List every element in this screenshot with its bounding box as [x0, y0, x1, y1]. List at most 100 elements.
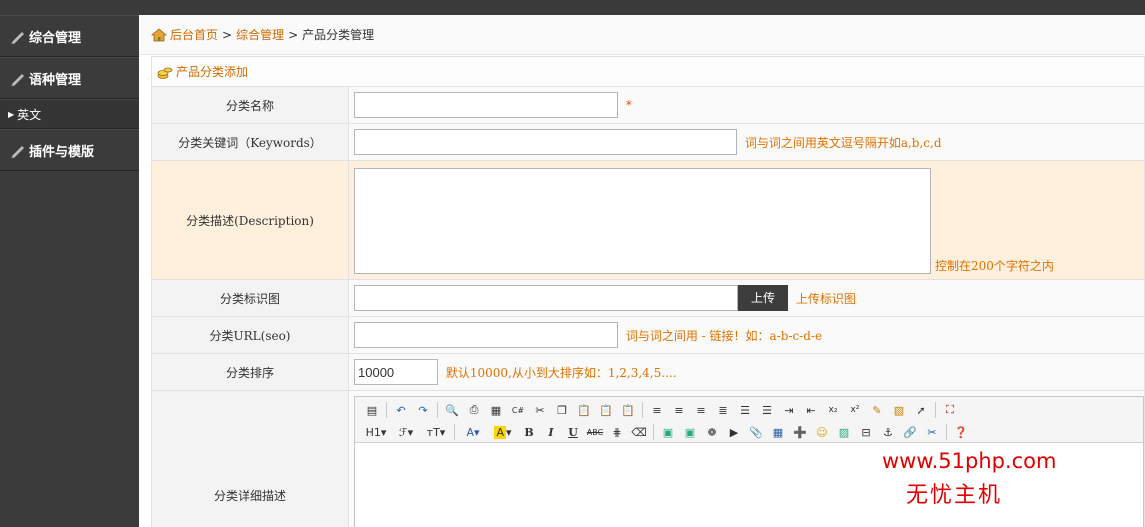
- description-textarea[interactable]: [354, 167, 931, 274]
- panel-title-text: 产品分类添加: [176, 65, 249, 79]
- sort-order-input[interactable]: [354, 359, 438, 385]
- paste-text-icon[interactable]: 📋: [595, 400, 617, 420]
- keywords-label: 分类关键词（Keywords）: [151, 123, 349, 161]
- pen-icon: [11, 146, 24, 158]
- page-break-icon[interactable]: ⊟: [855, 422, 877, 442]
- detail-label: 分类详细描述: [151, 390, 349, 527]
- flash-icon[interactable]: ❁: [701, 422, 723, 442]
- ordered-list-icon[interactable]: ☰: [734, 400, 756, 420]
- image-icon[interactable]: ▣: [657, 422, 679, 442]
- undo-icon[interactable]: ↶: [390, 400, 412, 420]
- keywords-hint: 词与词之间用英文逗号隔开如a,b,c,d: [744, 135, 942, 150]
- form-row-image: 分类标识图 上传 上传标识图: [151, 279, 1145, 317]
- keywords-input[interactable]: [354, 129, 737, 155]
- unlink-icon[interactable]: ✂: [921, 422, 943, 442]
- form-row-description: 分类描述(Description) 控制在200个字符之内: [151, 160, 1145, 280]
- eraser-icon[interactable]: ⌫: [628, 422, 650, 442]
- coins-icon: [157, 67, 173, 79]
- form-row-order: 分类排序 默认10000,从小到大排序如：1,2,3,4,5....: [151, 353, 1145, 391]
- code-icon[interactable]: C#: [507, 400, 529, 420]
- required-mark: *: [625, 97, 632, 112]
- unordered-list-icon[interactable]: ☰: [756, 400, 778, 420]
- category-form: 分类名称 * 分类关键词（Keywords） 词与词之间用英文逗号隔开如a,b,…: [151, 86, 1145, 527]
- sidebar-subitem-english[interactable]: ▶ 英文: [0, 99, 139, 129]
- help-icon[interactable]: ❓: [950, 422, 972, 442]
- category-name-input[interactable]: [354, 92, 618, 118]
- form-row-url: 分类URL(seo) 词与词之间用 - 链接！如：a-b-c-d-e: [151, 316, 1145, 354]
- home-icon: [151, 27, 167, 41]
- editor-content-area[interactable]: www.51php.com 无忧主机: [355, 443, 1143, 527]
- url-label: 分类URL(seo): [151, 316, 349, 354]
- anchor-icon[interactable]: ⚓: [877, 422, 899, 442]
- print-icon[interactable]: ⎙: [463, 400, 485, 420]
- indent-icon[interactable]: ⇥: [778, 400, 800, 420]
- image-label: 分类标识图: [151, 279, 349, 317]
- justify-icon[interactable]: ≣: [712, 400, 734, 420]
- pointer-icon[interactable]: ➚: [910, 400, 932, 420]
- main-content: 后台首页 > 综合管理 > 产品分类管理 产品分类添加 分类名称 * 分类关键词…: [139, 15, 1145, 527]
- table-icon[interactable]: ▦: [767, 422, 789, 442]
- sidebar-item-plugins-templates[interactable]: 插件与模版: [0, 129, 139, 171]
- form-panel: 产品分类添加 分类名称 * 分类关键词（Keywords） 词与词之间用英文逗号…: [151, 56, 1145, 527]
- image-hint: 上传标识图: [795, 291, 856, 306]
- align-center-icon[interactable]: ≡: [668, 400, 690, 420]
- superscript-icon[interactable]: x²: [844, 400, 866, 420]
- line-height-icon[interactable]: ⋕: [606, 422, 628, 442]
- attachment-icon[interactable]: 📎: [745, 422, 767, 442]
- map-icon[interactable]: ▨: [833, 422, 855, 442]
- editor-toolbar: ▤ ↶ ↷ 🔍 ⎙ ▦ C# ✂ ❐ 📋 📋 📋 ≡ ≡ ≡ ≣ ☰ ☰ ⇥ ⇤…: [355, 397, 1143, 443]
- template-icon[interactable]: ▦: [485, 400, 507, 420]
- paste-icon[interactable]: 📋: [573, 400, 595, 420]
- sidebar-item-general[interactable]: 综合管理: [0, 15, 139, 57]
- watermark-text: 无忧主机: [906, 483, 1003, 508]
- heading-dropdown[interactable]: H1 ▾: [361, 422, 391, 442]
- copy-icon[interactable]: ❐: [551, 400, 573, 420]
- description-hint: 控制在200个字符之内: [935, 258, 1054, 273]
- upload-button[interactable]: 上传: [738, 285, 789, 311]
- background-color-dropdown[interactable]: A ▾: [488, 422, 518, 442]
- select-all-icon[interactable]: ▧: [888, 400, 910, 420]
- paste-word-icon[interactable]: 📋: [617, 400, 639, 420]
- pen-icon: [11, 74, 24, 86]
- emoticon-icon[interactable]: ☺: [811, 422, 833, 442]
- media-icon[interactable]: ▶: [723, 422, 745, 442]
- align-left-icon[interactable]: ≡: [646, 400, 668, 420]
- fullscreen-icon[interactable]: ⛶: [939, 400, 961, 420]
- clear-format-icon[interactable]: ✎: [866, 400, 888, 420]
- breadcrumb-section-link[interactable]: 综合管理: [236, 26, 284, 43]
- italic-button[interactable]: I: [540, 422, 562, 442]
- panel-title: 产品分类添加: [151, 56, 1145, 86]
- hr-icon[interactable]: ➕: [789, 422, 811, 442]
- source-icon[interactable]: ▤: [361, 400, 383, 420]
- font-family-dropdown[interactable]: ℱ ▾: [391, 422, 421, 442]
- triangle-right-icon: ▶: [8, 109, 15, 119]
- align-right-icon[interactable]: ≡: [690, 400, 712, 420]
- sidebar-item-label: 插件与模版: [29, 144, 95, 160]
- bold-button[interactable]: B: [518, 422, 540, 442]
- redo-icon[interactable]: ↷: [412, 400, 434, 420]
- image-path-input[interactable]: [354, 285, 738, 311]
- link-icon[interactable]: 🔗: [899, 422, 921, 442]
- font-size-dropdown[interactable]: тT ▾: [421, 422, 451, 442]
- form-row-keywords: 分类关键词（Keywords） 词与词之间用英文逗号隔开如a,b,c,d: [151, 123, 1145, 161]
- font-color-dropdown[interactable]: A ▾: [458, 422, 488, 442]
- multi-image-icon[interactable]: ▣: [679, 422, 701, 442]
- breadcrumb-home-link[interactable]: 后台首页: [170, 26, 218, 43]
- underline-button[interactable]: U: [562, 422, 584, 442]
- form-row-detail: 分类详细描述 ▤ ↶ ↷ 🔍 ⎙ ▦ C# ✂ ❐ 📋 📋 📋 ≡ ≡ ≡ ≣ …: [151, 390, 1145, 527]
- cut-icon[interactable]: ✂: [529, 400, 551, 420]
- pen-icon: [11, 32, 24, 44]
- top-bar: [0, 0, 1145, 15]
- preview-icon[interactable]: 🔍: [441, 400, 463, 420]
- outdent-icon[interactable]: ⇤: [800, 400, 822, 420]
- rich-text-editor: ▤ ↶ ↷ 🔍 ⎙ ▦ C# ✂ ❐ 📋 📋 📋 ≡ ≡ ≡ ≣ ☰ ☰ ⇥ ⇤…: [354, 396, 1144, 527]
- strikethrough-button[interactable]: ABC: [584, 422, 606, 442]
- seo-url-input[interactable]: [354, 322, 618, 348]
- sidebar: 综合管理 语种管理 ▶ 英文 插件与模版: [0, 15, 139, 527]
- sidebar-item-languages[interactable]: 语种管理: [0, 57, 139, 99]
- description-label: 分类描述(Description): [151, 160, 349, 280]
- breadcrumb: 后台首页 > 综合管理 > 产品分类管理: [139, 15, 1145, 55]
- sidebar-item-label: 语种管理: [29, 72, 82, 88]
- subscript-icon[interactable]: x₂: [822, 400, 844, 420]
- breadcrumb-separator: >: [222, 27, 233, 42]
